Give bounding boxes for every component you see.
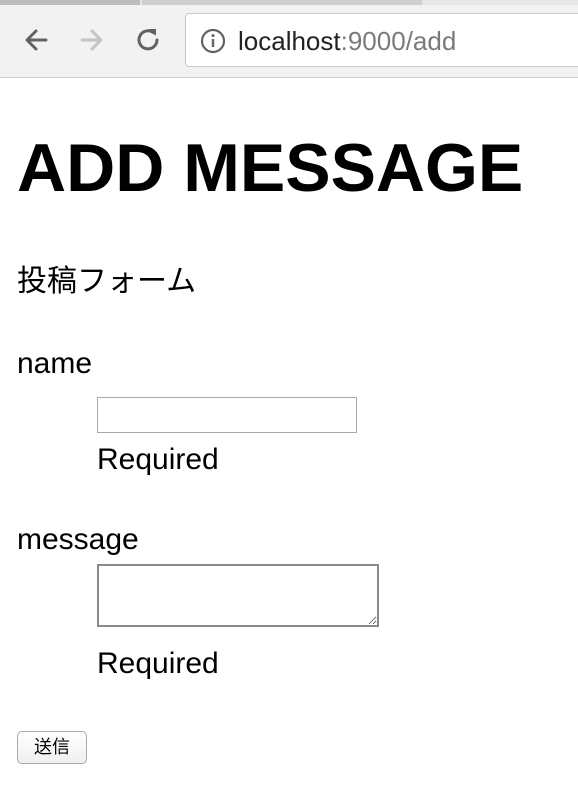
forward-button[interactable] bbox=[74, 22, 110, 58]
name-required-hint: Required bbox=[97, 443, 219, 476]
message-textarea[interactable] bbox=[97, 564, 379, 627]
message-label: message bbox=[17, 523, 139, 556]
browser-toolbar: localhost:9000/add bbox=[0, 0, 578, 78]
tab-strip-segment bbox=[142, 0, 422, 5]
page-content: ADD MESSAGE 投稿フォーム name Required message… bbox=[0, 78, 578, 792]
forward-arrow-icon bbox=[80, 29, 103, 51]
form-title: 投稿フォーム bbox=[17, 265, 197, 298]
address-bar[interactable]: localhost:9000/add bbox=[185, 13, 578, 67]
page-title: ADD MESSAGE bbox=[17, 130, 524, 206]
name-label: name bbox=[17, 347, 93, 380]
submit-button[interactable]: 送信 bbox=[17, 731, 87, 764]
tab-strip-segment bbox=[0, 0, 140, 5]
name-input[interactable] bbox=[97, 397, 357, 433]
reload-button[interactable] bbox=[130, 22, 166, 58]
back-arrow-icon bbox=[25, 29, 48, 51]
message-required-hint: Required bbox=[97, 647, 219, 680]
back-button[interactable] bbox=[18, 22, 54, 58]
info-icon[interactable] bbox=[200, 28, 226, 54]
reload-icon bbox=[137, 29, 159, 51]
url-text[interactable]: localhost:9000/add bbox=[238, 25, 456, 57]
url-path: :9000/add bbox=[340, 26, 457, 56]
tab-strip bbox=[0, 0, 578, 5]
url-host: localhost bbox=[238, 26, 341, 56]
